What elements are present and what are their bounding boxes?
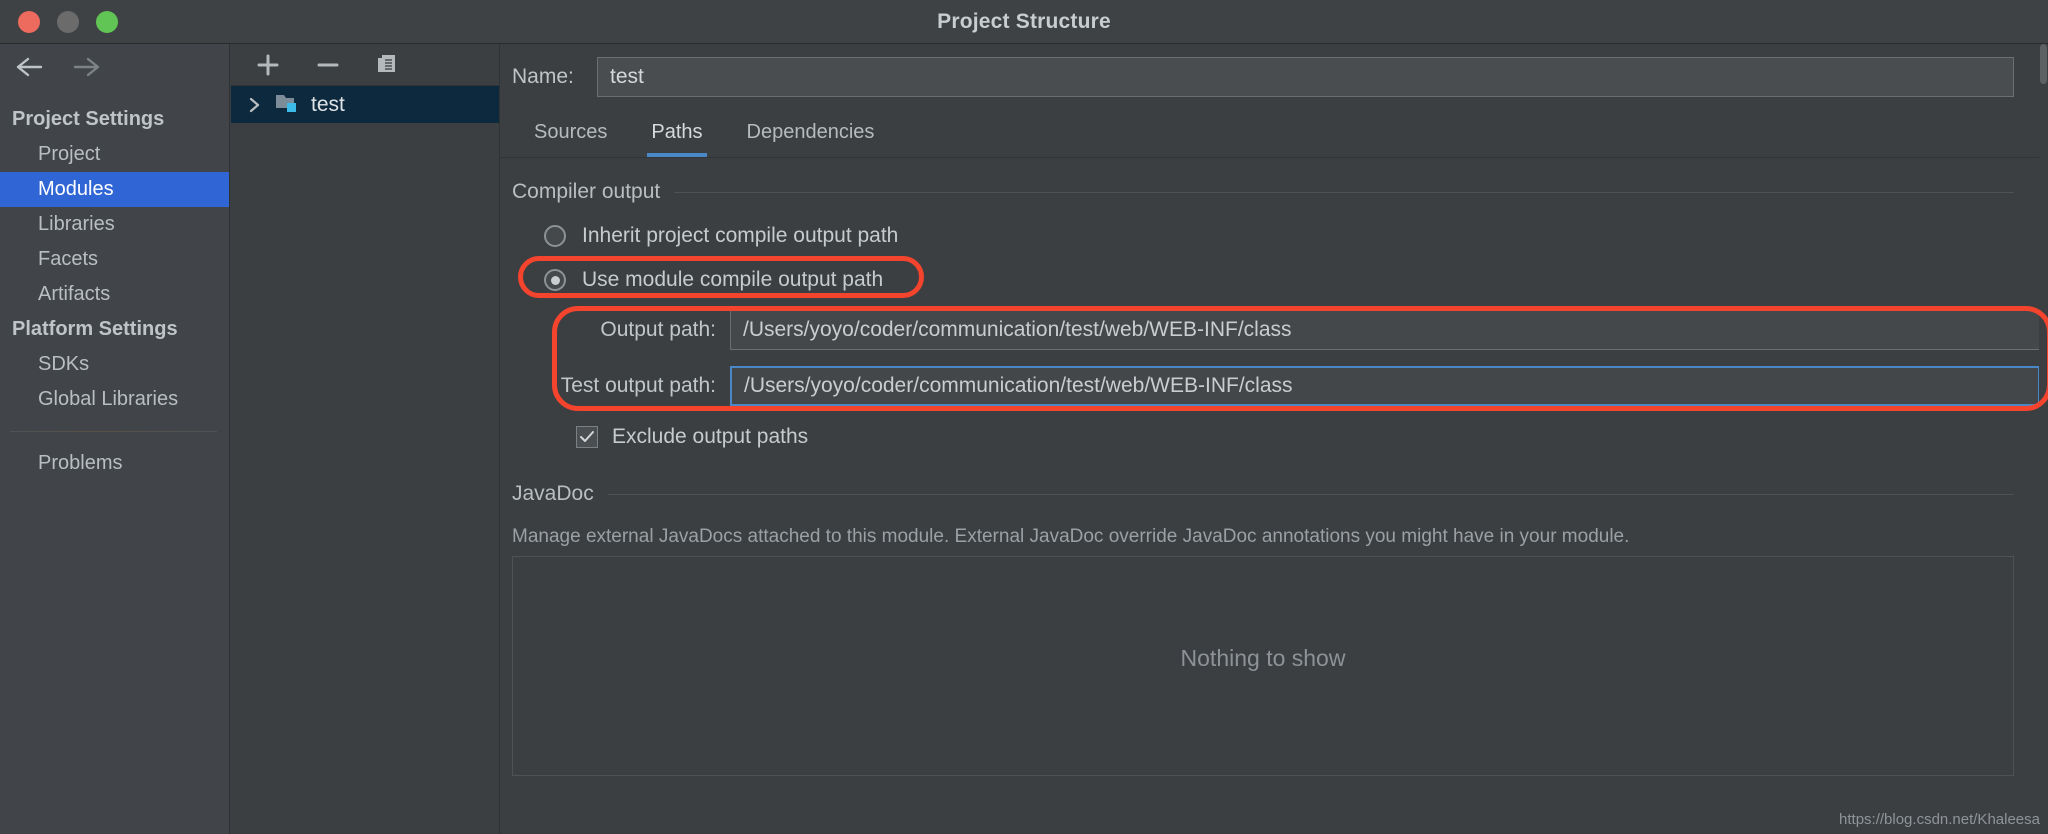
back-arrow-icon[interactable] xyxy=(8,49,50,85)
scrollbar-thumb[interactable] xyxy=(2040,44,2047,84)
plus-icon[interactable] xyxy=(251,49,285,81)
output-path-label: Output path: xyxy=(500,318,730,342)
sidebar-item-sdks[interactable]: SDKs xyxy=(0,347,229,382)
test-output-path-input[interactable]: /Users/yoyo/coder/communication/test/web… xyxy=(730,366,2040,406)
sidebar-item-global-libraries[interactable]: Global Libraries xyxy=(0,382,229,417)
project-structure-window: Project Structure Project Settings Proje… xyxy=(0,0,2048,834)
module-tabs: Sources Paths Dependencies xyxy=(500,110,2048,158)
javadoc-description: Manage external JavaDocs attached to thi… xyxy=(500,516,2048,556)
radio-selected-icon[interactable] xyxy=(544,269,566,291)
output-path-input[interactable]: /Users/yoyo/coder/communication/test/web… xyxy=(730,310,2040,350)
copy-icon[interactable] xyxy=(371,49,405,81)
tab-paths[interactable]: Paths xyxy=(629,110,724,157)
sidebar-item-modules[interactable]: Modules xyxy=(0,172,229,207)
sidebar-item-libraries[interactable]: Libraries xyxy=(0,207,229,242)
vertical-scrollbar[interactable] xyxy=(2039,44,2048,834)
sidebar-group-platform-settings: Platform Settings xyxy=(0,312,229,347)
modules-tree-panel: test xyxy=(231,44,500,834)
minus-icon[interactable] xyxy=(311,49,345,81)
tab-dependencies[interactable]: Dependencies xyxy=(725,110,897,157)
javadoc-section-header: JavaDoc xyxy=(500,472,2048,516)
module-name-row: Name: test xyxy=(500,44,2048,110)
test-output-path-row: Test output path: /Users/yoyo/coder/comm… xyxy=(500,358,2048,414)
inherit-output-path-radio-row[interactable]: Inherit project compile output path xyxy=(500,214,2048,258)
name-label: Name: xyxy=(512,65,597,89)
chevron-right-icon[interactable] xyxy=(245,96,265,114)
tab-sources[interactable]: Sources xyxy=(512,110,629,157)
section-divider xyxy=(674,192,2014,193)
sidebar-nav-list: Project Settings Project Modules Librari… xyxy=(0,90,229,481)
tree-item-label: test xyxy=(311,93,345,117)
sidebar-item-project[interactable]: Project xyxy=(0,137,229,172)
module-folder-icon xyxy=(275,91,301,118)
module-detail-pane: Name: test Sources Paths Dependencies Co… xyxy=(500,44,2048,834)
sidebar-item-problems[interactable]: Problems xyxy=(0,446,229,481)
settings-sidebar: Project Settings Project Modules Librari… xyxy=(0,44,230,834)
table-row[interactable]: test xyxy=(231,86,499,123)
output-path-row: Output path: /Users/yoyo/coder/communica… xyxy=(500,302,2048,358)
radio-unselected-icon[interactable] xyxy=(544,225,566,247)
exclude-output-paths-label: Exclude output paths xyxy=(612,425,808,449)
sidebar-item-artifacts[interactable]: Artifacts xyxy=(0,277,229,312)
title-bar: Project Structure xyxy=(0,0,2048,44)
window-title: Project Structure xyxy=(0,10,2048,34)
sidebar-item-facets[interactable]: Facets xyxy=(0,242,229,277)
javadoc-list-box[interactable]: Nothing to show xyxy=(512,556,2014,776)
modules-toolbar xyxy=(231,44,499,86)
javadoc-empty-text: Nothing to show xyxy=(1181,645,1346,672)
checkbox-checked-icon[interactable] xyxy=(576,426,598,448)
compiler-output-title: Compiler output xyxy=(512,180,660,204)
exclude-output-paths-row[interactable]: Exclude output paths xyxy=(500,414,2048,460)
name-input[interactable]: test xyxy=(597,57,2014,97)
compiler-output-section-header: Compiler output xyxy=(500,170,2048,214)
javadoc-title: JavaDoc xyxy=(512,482,594,506)
watermark: https://blog.csdn.net/Khaleesa xyxy=(1839,811,2040,828)
test-output-path-label: Test output path: xyxy=(500,374,730,398)
use-module-output-path-label: Use module compile output path xyxy=(582,268,883,292)
history-nav xyxy=(0,44,229,90)
use-module-output-path-radio-row[interactable]: Use module compile output path xyxy=(500,258,2048,302)
inherit-output-path-label: Inherit project compile output path xyxy=(582,224,898,248)
sidebar-group-project-settings: Project Settings xyxy=(0,102,229,137)
forward-arrow-icon[interactable] xyxy=(66,49,108,85)
sidebar-divider xyxy=(10,431,217,432)
section-divider xyxy=(608,494,2014,495)
